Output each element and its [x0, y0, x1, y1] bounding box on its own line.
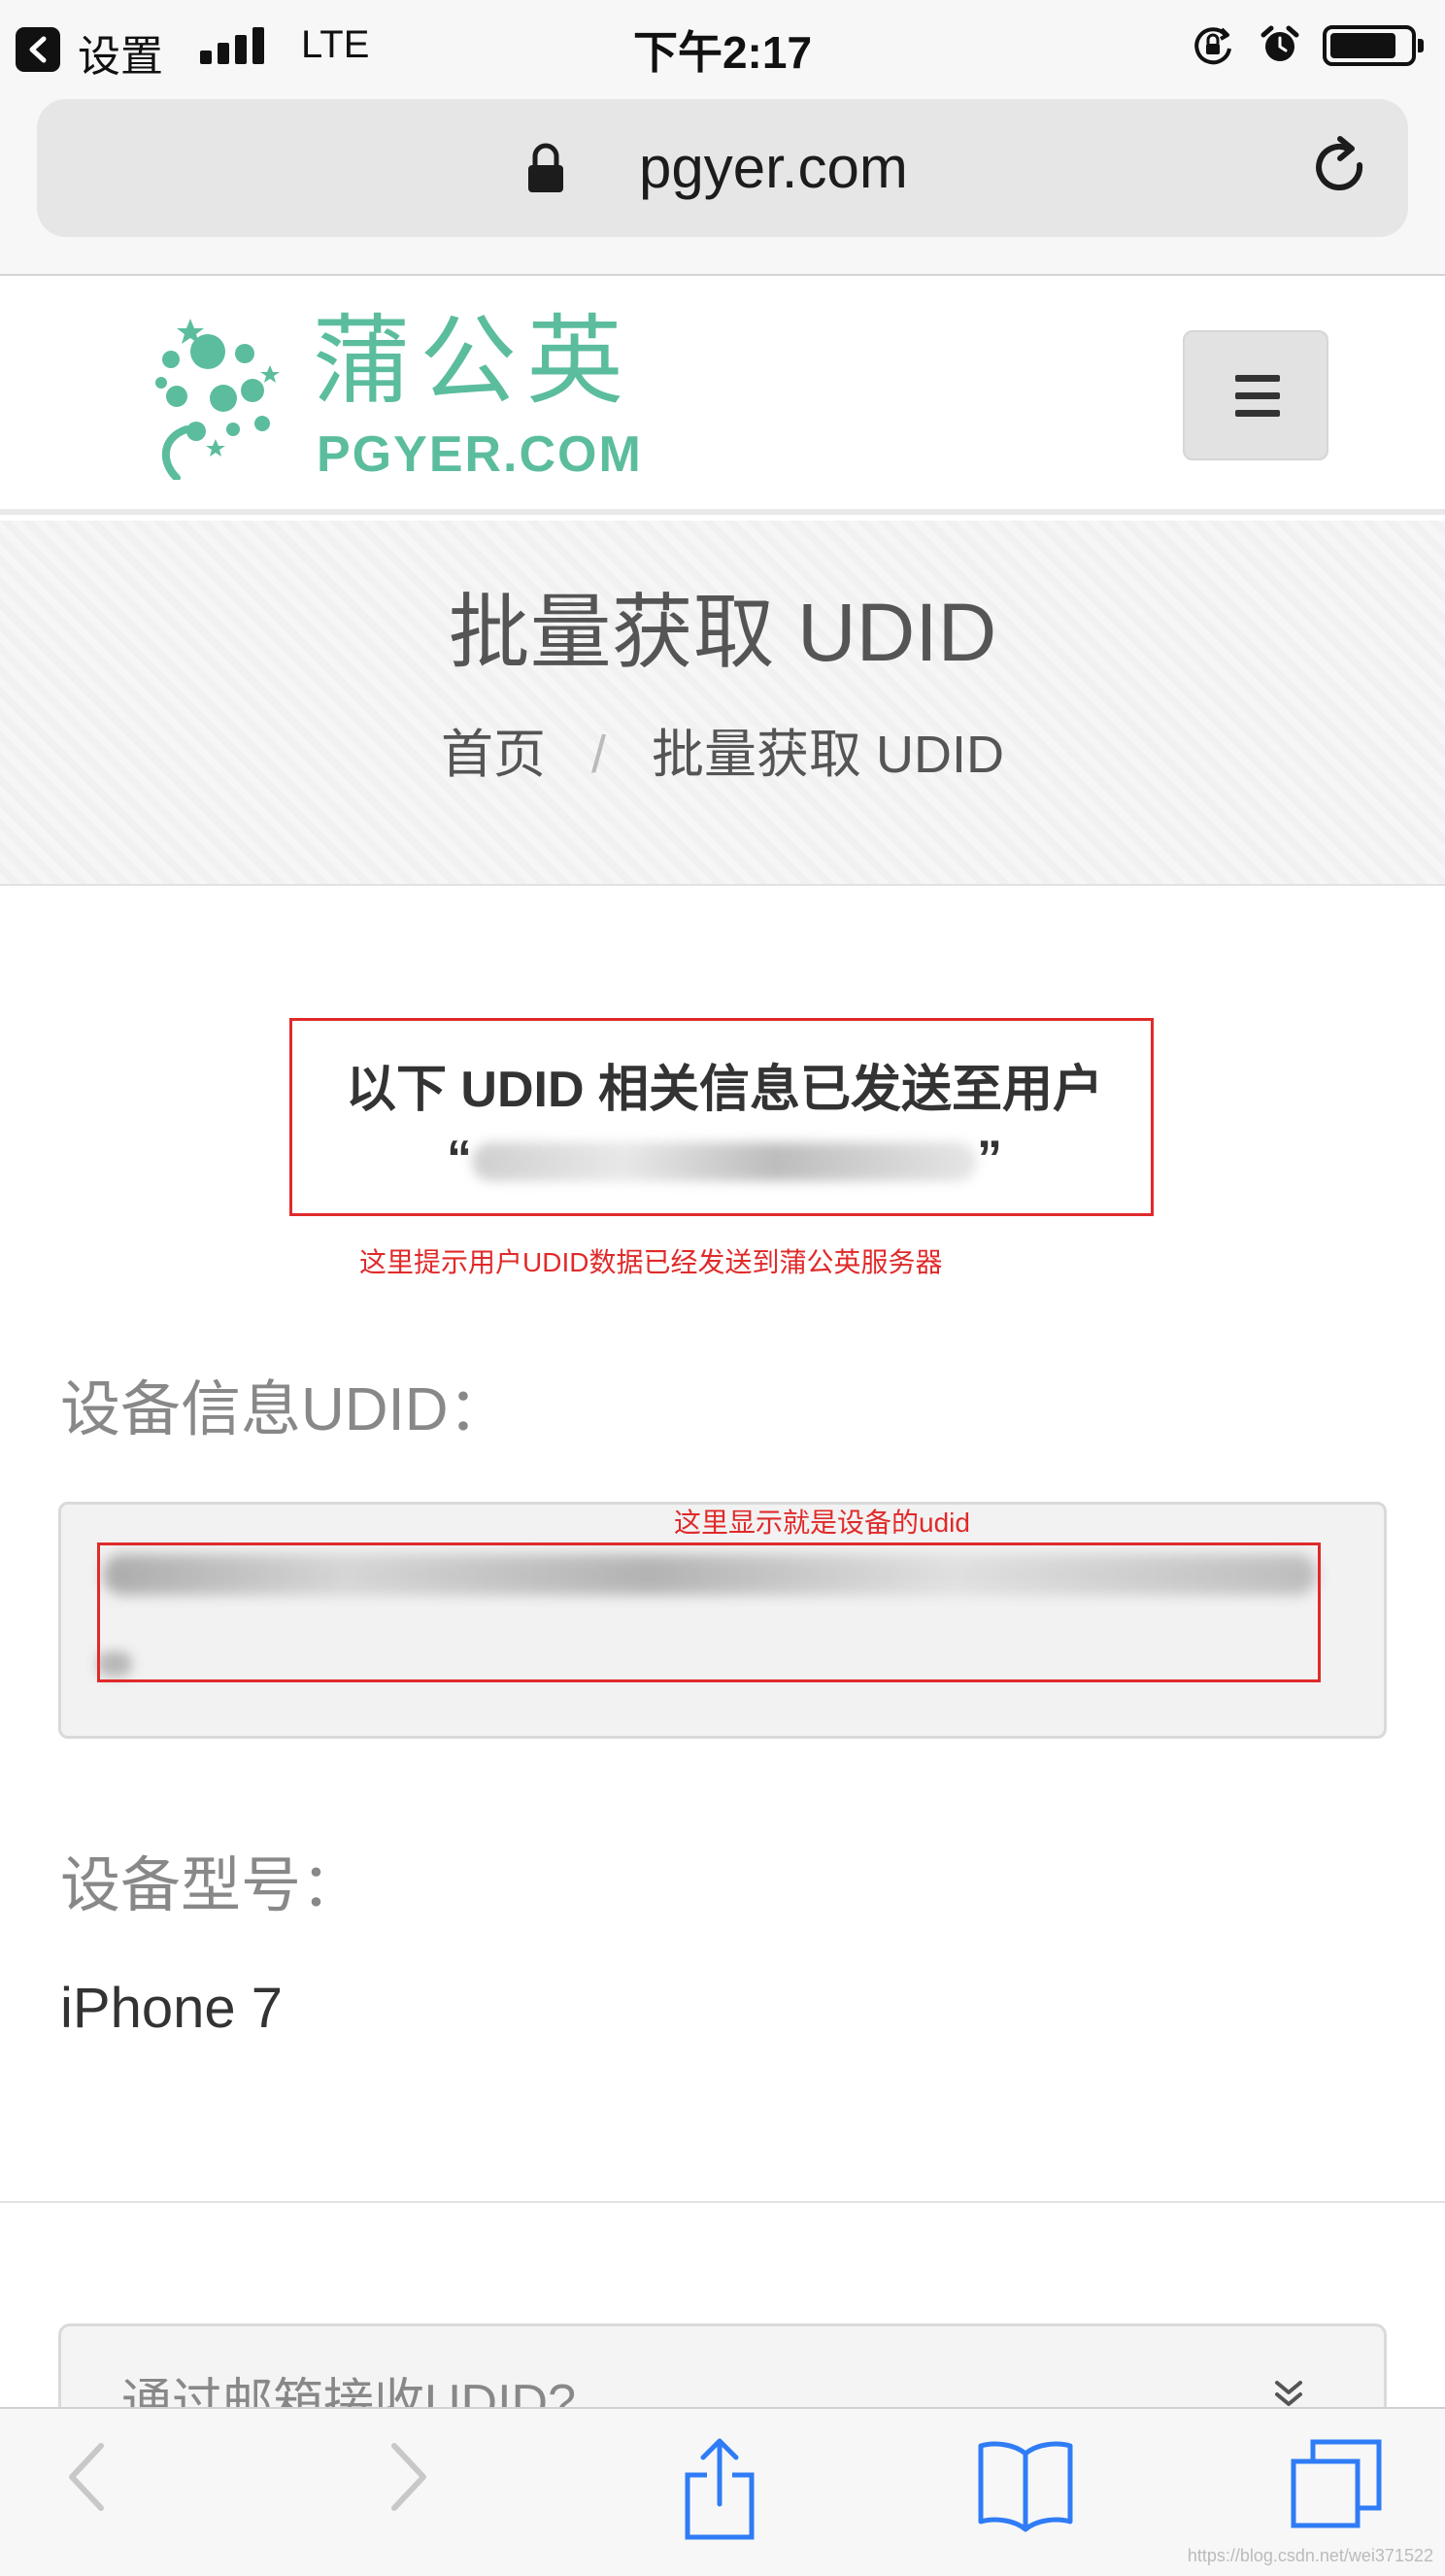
- logo-text-en: PGYER.COM: [317, 426, 643, 483]
- hamburger-menu-button[interactable]: [1183, 330, 1328, 460]
- model-value: iPhone 7: [60, 1977, 283, 2040]
- tabs-icon[interactable]: [1288, 2436, 1385, 2533]
- udid-highlight: [97, 1542, 1321, 1682]
- lock-icon: [528, 143, 563, 192]
- logo-text-cn: 蒲公英: [313, 307, 633, 416]
- site-header: 蒲公英 PGYER.COM: [0, 276, 1445, 515]
- status-bar: 设置 LTE 下午2:17: [0, 0, 1445, 89]
- forward-arrow-icon[interactable]: [385, 2436, 433, 2518]
- breadcrumb: 首页 / 批量获取 UDID: [0, 711, 1445, 788]
- page-title: 批量获取 UDID: [448, 587, 997, 678]
- reload-icon[interactable]: [1311, 136, 1371, 200]
- title-band: 批量获取 UDID 首页 / 批量获取 UDID: [0, 521, 1445, 886]
- menu-icon: [1235, 375, 1280, 382]
- breadcrumb-separator: /: [590, 726, 606, 784]
- browser-toolbar: https://blog.csdn.net/wei371522: [0, 2407, 1445, 2576]
- battery-icon: [1323, 25, 1424, 66]
- back-arrow-icon[interactable]: [62, 2436, 111, 2518]
- dandelion-logo-icon[interactable]: [148, 315, 284, 480]
- alarm-icon: [1260, 25, 1299, 61]
- orientation-lock-icon: [1194, 27, 1231, 65]
- sent-message: 以下 UDID 相关信息已发送至用户: [345, 1062, 1103, 1118]
- udid-label: 设备信息UDID：: [60, 1376, 509, 1443]
- close-quote: ”: [977, 1131, 1002, 1187]
- annotation-udid: 这里显示就是设备的udid: [674, 1508, 970, 1538]
- model-label: 设备型号：: [60, 1852, 362, 1919]
- share-icon[interactable]: [682, 2436, 757, 2543]
- breadcrumb-home-link[interactable]: 首页: [441, 726, 546, 784]
- bookmarks-icon[interactable]: [975, 2436, 1076, 2533]
- annotation-sent: 这里提示用户UDID数据已经发送到蒲公英服务器: [359, 1247, 943, 1277]
- redacted-email: [472, 1142, 977, 1182]
- address-bar[interactable]: pgyer.com: [37, 99, 1408, 237]
- battery-level: [1330, 33, 1395, 58]
- watermark: https://blog.csdn.net/wei371522: [1187, 2546, 1433, 2565]
- sent-message-highlight: 以下 UDID 相关信息已发送至用户 “”: [289, 1018, 1154, 1216]
- breadcrumb-current: 批量获取 UDID: [652, 726, 1005, 784]
- browser-address-area: pgyer.com: [0, 89, 1445, 276]
- url-text: pgyer.com: [639, 135, 908, 200]
- sent-recipient: “”: [292, 1130, 1157, 1188]
- open-quote: “: [447, 1131, 472, 1187]
- section-divider: [0, 2201, 1445, 2203]
